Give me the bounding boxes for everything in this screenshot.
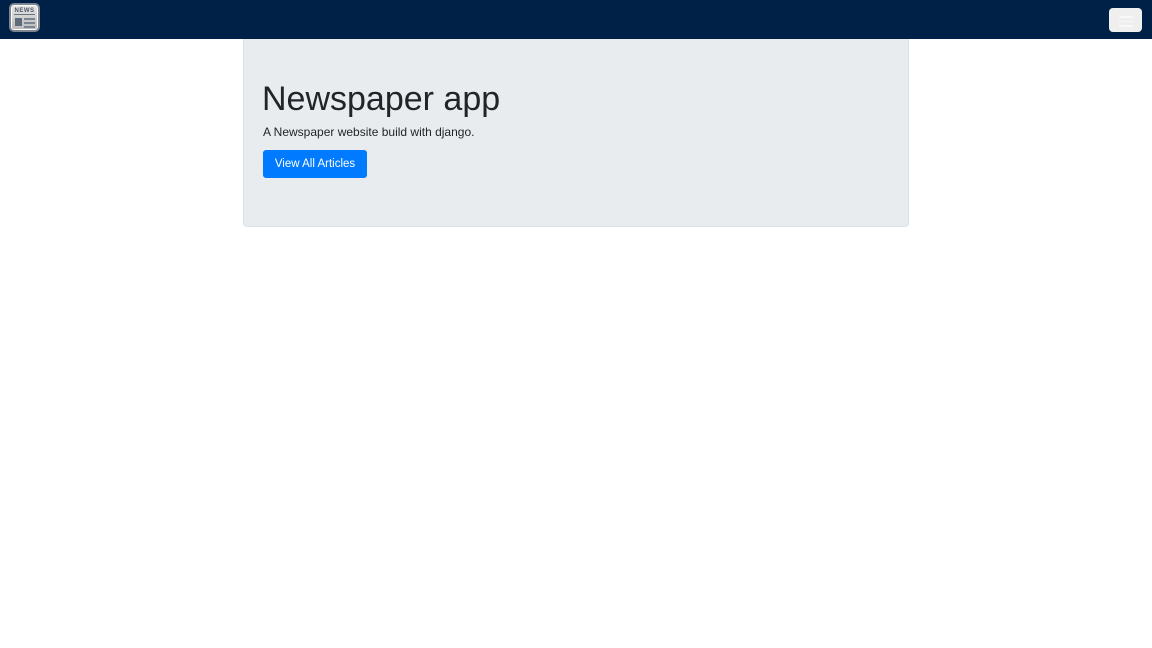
hero-jumbotron: Newspaper app A Newspaper website build … (243, 39, 909, 227)
top-navbar: NEWS (0, 0, 1152, 39)
newspaper-icon[interactable]: NEWS (9, 3, 40, 32)
navbar-toggler-button[interactable] (1109, 8, 1142, 32)
page-title: Newspaper app (262, 80, 501, 118)
logo-masthead-text: NEWS (14, 8, 35, 15)
hero-lead-text: A Newspaper website build with django. (263, 125, 475, 139)
view-all-articles-button[interactable]: View All Articles (263, 150, 367, 178)
